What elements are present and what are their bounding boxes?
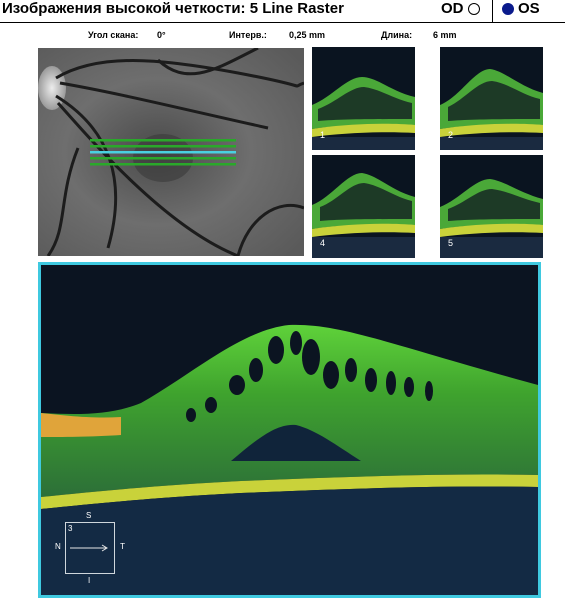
raster-line-4[interactable] [90,157,236,160]
scan-thumbnail-4-image [312,155,415,258]
fundus-image[interactable] [38,48,304,256]
os-label: OS [518,0,540,17]
raster-line-3[interactable] [90,151,236,154]
eye-selector-od[interactable]: OD [441,0,480,17]
raster-line-2[interactable] [90,145,236,148]
od-label: OD [441,0,464,17]
choroid-layer [41,486,538,595]
raster-line-1[interactable] [90,139,236,142]
thumbnail-label-4: 4 [320,238,326,248]
length-label: Длина: [381,30,413,40]
scan-thumbnail-2-image [440,47,543,150]
os-radio-icon[interactable] [502,2,514,15]
header: Изображения высокой четкости: 5 Line Ras… [0,0,565,22]
eye-selector-os[interactable]: OS [502,0,540,17]
orientation-right: T [120,542,125,551]
header-divider [0,22,565,23]
orientation-indicator: S I N T 3 [55,511,125,585]
orientation-left: N [55,542,61,551]
eye-separator [492,0,493,22]
spacing-value: 0,25 mm [289,30,326,40]
main-bscan-image [41,265,538,595]
scan-thumbnail-1-image [312,47,415,150]
arrow-right-icon [70,544,108,552]
scan-angle-value: 0° [157,30,166,40]
scan-thumbnail-4[interactable]: 4 [312,155,415,258]
orientation-top: S [86,511,92,520]
scan-thumbnail-1[interactable]: 1 [312,47,415,150]
scan-thumbnail-5[interactable]: 5 [440,155,543,258]
length-value: 6 mm [433,30,457,40]
thumbnail-label-1: 1 [320,130,326,140]
od-radio-icon[interactable] [467,2,480,15]
fundus-svg [38,48,304,256]
spacing-label: Интерв.: [229,30,267,40]
thumbnail-label-2: 2 [448,130,454,140]
page-title: Изображения высокой четкости: 5 Line Ras… [2,0,344,17]
orientation-bottom: I [88,576,91,585]
raster-line-5[interactable] [90,163,236,166]
optic-disc [38,66,66,110]
scan-angle-label: Угол скана: [88,30,139,40]
scan-thumbnail-5-image [440,155,543,258]
thumbnail-label-5: 5 [448,238,454,248]
scan-thumbnail-2[interactable]: 2 [440,47,543,150]
